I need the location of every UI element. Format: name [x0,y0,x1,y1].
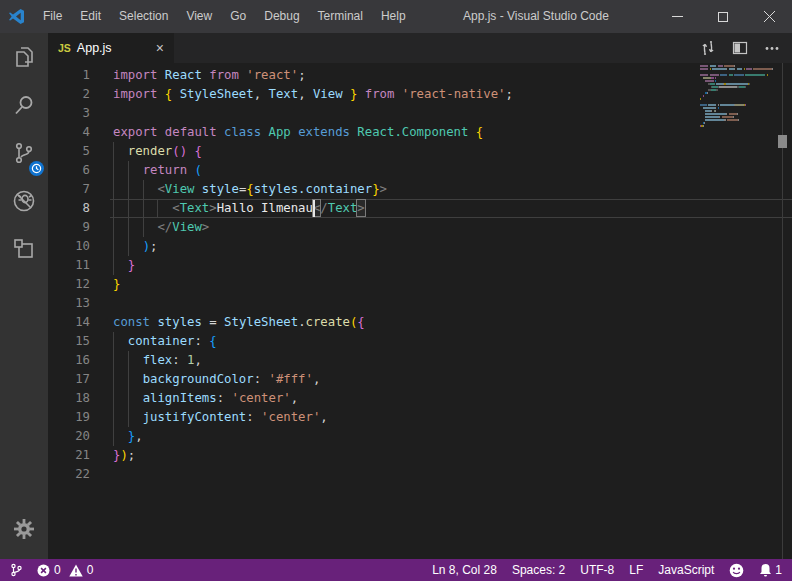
line-number: 22 [48,465,90,484]
code-line[interactable]: 18 alignItems: 'center', [48,389,792,408]
close-button[interactable] [746,0,792,33]
settings-gear-icon[interactable] [0,505,48,553]
eol[interactable]: LF [629,563,643,577]
feedback-smiley-icon[interactable] [729,563,744,578]
line-number: 4 [48,123,90,142]
code-line[interactable]: 11 } [48,256,792,275]
maximize-button[interactable] [700,0,746,33]
explorer-icon[interactable] [0,33,48,81]
title-bar: File Edit Selection View Go Debug Termin… [0,0,792,33]
code-line[interactable]: 20 }, [48,427,792,446]
tab-close-icon[interactable]: × [156,40,164,56]
line-number: 21 [48,446,90,465]
line-number: 9 [48,218,90,237]
sync-clock-badge [29,161,44,176]
line-number: 7 [48,180,90,199]
line-number: 14 [48,313,90,332]
extensions-icon[interactable] [0,225,48,273]
errors-indicator[interactable]: 0 [37,563,61,577]
code-line[interactable]: 13 [48,294,792,313]
line-number: 11 [48,256,90,275]
code-line[interactable]: 6 return ( [48,161,792,180]
vscode-logo-icon [8,8,25,25]
switch-editors-icon[interactable] [700,40,716,56]
line-number: 12 [48,275,90,294]
warnings-indicator[interactable]: 0 [69,563,94,577]
code-line[interactable]: 19 justifyContent: 'center', [48,408,792,427]
code-line[interactable]: 21}); [48,446,792,465]
line-number: 20 [48,427,90,446]
menu-file[interactable]: File [34,0,71,33]
text-cursor [313,200,315,217]
code-line[interactable]: 10 ); [48,237,792,256]
code-line[interactable]: 5 render() { [48,142,792,161]
javascript-file-icon: JS [58,42,71,54]
line-number: 19 [48,408,90,427]
debug-icon[interactable] [0,177,48,225]
activity-bar [0,33,48,559]
code-line[interactable]: 14const styles = StyleSheet.create({ [48,313,792,332]
code-line[interactable]: 2import { StyleSheet, Text, View } from … [48,85,792,104]
source-control-icon[interactable] [0,129,48,177]
code-line[interactable]: 8 <Text>Hallo Ilmenau</Text> [48,199,792,218]
line-number: 1 [48,66,90,85]
code-line[interactable]: 9 </View> [48,218,792,237]
language-mode[interactable]: JavaScript [658,563,714,577]
encoding[interactable]: UTF-8 [580,563,614,577]
line-number: 10 [48,237,90,256]
line-number: 5 [48,142,90,161]
code-line[interactable]: 7 <View style={styles.container}> [48,180,792,199]
indentation[interactable]: Spaces: 2 [512,563,565,577]
line-number: 17 [48,370,90,389]
tab-label: App.js [77,41,112,55]
tab-appjs[interactable]: JS App.js × [48,33,174,63]
menu-help[interactable]: Help [372,0,415,33]
line-number: 2 [48,85,90,104]
minimap[interactable] [700,65,780,131]
code-line[interactable]: 15 container: { [48,332,792,351]
menu-bar: File Edit Selection View Go Debug Termin… [34,0,415,33]
git-branch-icon[interactable] [10,563,23,577]
search-icon[interactable] [0,81,48,129]
window-title: App.js - Visual Studio Code [463,0,609,33]
notifications-bell[interactable]: 1 [759,563,782,577]
line-number: 13 [48,294,90,313]
menu-view[interactable]: View [177,0,221,33]
menu-go[interactable]: Go [221,0,255,33]
line-number: 6 [48,161,90,180]
code-line[interactable]: 16 flex: 1, [48,351,792,370]
code-line[interactable]: 12} [48,275,792,294]
tab-bar: JS App.js × [48,33,792,63]
split-editor-icon[interactable] [732,40,748,56]
code-line[interactable]: 17 backgroundColor: '#fff', [48,370,792,389]
menu-selection[interactable]: Selection [110,0,177,33]
bracket-match-box [356,199,365,217]
scrollbar-thumb[interactable] [778,135,787,148]
line-number: 18 [48,389,90,408]
code-editor[interactable]: 1import React from 'react';2import { Sty… [48,63,792,559]
code-line[interactable]: 1import React from 'react'; [48,66,792,85]
menu-terminal[interactable]: Terminal [309,0,372,33]
more-actions-icon[interactable] [764,40,780,56]
menu-edit[interactable]: Edit [71,0,110,33]
menu-debug[interactable]: Debug [255,0,308,33]
line-number: 3 [48,104,90,123]
cursor-position[interactable]: Ln 8, Col 28 [432,563,497,577]
line-number: 16 [48,351,90,370]
status-bar: 0 0 Ln 8, Col 28 Spaces: 2 UTF-8 LF Java… [0,559,792,581]
code-line[interactable]: 3 [48,104,792,123]
line-number: 15 [48,332,90,351]
code-lines: 1import React from 'react';2import { Sty… [48,66,792,484]
code-line[interactable]: 22 [48,465,792,484]
minimize-button[interactable] [654,0,700,33]
code-line[interactable]: 4export default class App extends React.… [48,123,792,142]
line-number: 8 [48,199,90,218]
